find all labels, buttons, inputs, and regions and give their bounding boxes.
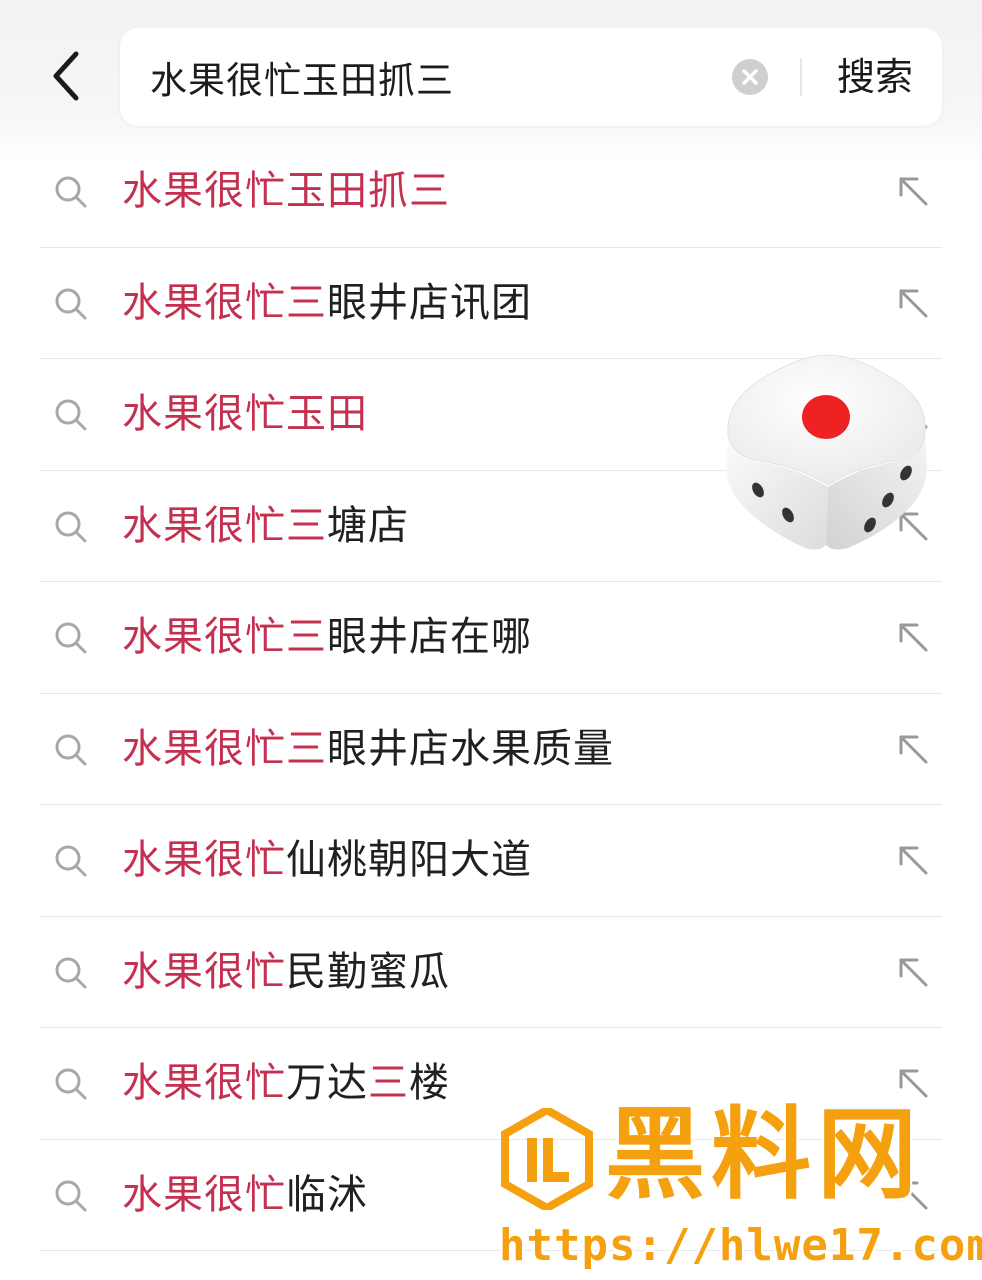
suggestion-rest: 楼 (409, 1060, 450, 1106)
suggestion-text: 水果很忙玉田 (122, 359, 368, 469)
suggestion-text: 水果很忙仙桃朝阳大道 (122, 805, 532, 915)
suggestion-highlight: 水果很忙 (122, 1060, 286, 1106)
suggestion-highlight: 水果很忙 (122, 837, 286, 883)
fill-arrow-icon[interactable] (894, 953, 932, 991)
suggestion-text: 水果很忙三眼井店水果质量 (122, 694, 614, 804)
search-icon (55, 845, 87, 877)
suggestion-rest: 民勤蜜瓜 (286, 948, 450, 995)
suggestion-rest: 仙桃朝阳大道 (286, 837, 532, 883)
search-icon (55, 1180, 87, 1211)
suggestion-item[interactable]: 水果很忙三眼井店讯团 (40, 248, 942, 359)
search-icon (55, 176, 87, 208)
search-bar: 搜索 (120, 28, 942, 126)
suggestion-highlight: 水果很忙三 (122, 725, 327, 772)
suggestion-text: 水果很忙临沭 (122, 1140, 368, 1250)
search-icon (55, 511, 87, 542)
suggestion-item[interactable]: 水果很忙玉田抓三 (40, 136, 942, 248)
suggestion-rest: 临沭 (286, 1171, 368, 1218)
fill-arrow-icon[interactable] (894, 618, 932, 656)
watermark-title: 黑料网 (605, 1096, 923, 1213)
suggestion-rest: 眼井店水果质量 (327, 725, 614, 772)
suggestion-text: 水果很忙玉田抓三 (122, 136, 450, 246)
chevron-left-icon (53, 51, 79, 101)
search-icon (55, 1068, 87, 1100)
watermark: 黑料网 https://hlwe17.com (495, 1098, 982, 1280)
search-icon (55, 399, 87, 431)
suggestion-text: 水果很忙三眼井店在哪 (122, 582, 532, 692)
suggestion-list: 水果很忙玉田抓三 水果很忙三眼井店讯团 水果很忙玉田 水果很忙三塘店 水果很忙三… (0, 136, 982, 1251)
search-button[interactable]: 搜索 (825, 28, 925, 126)
suggestion-highlight: 水果很忙三 (122, 614, 327, 660)
fill-arrow-icon[interactable] (894, 284, 932, 322)
search-icon (55, 622, 87, 654)
suggestion-rest: 眼井店在哪 (327, 614, 532, 660)
suggestion-text: 水果很忙三塘店 (122, 471, 409, 581)
watermark-logo-icon (501, 1108, 593, 1210)
watermark-url: https://hlwe17.com (499, 1220, 982, 1271)
search-icon (55, 734, 87, 765)
suggestion-rest: 塘店 (327, 502, 409, 549)
clear-button[interactable] (732, 59, 768, 95)
suggestion-item[interactable]: 水果很忙民勤蜜瓜 (40, 917, 942, 1028)
suggestion-text: 水果很忙三眼井店讯团 (122, 248, 532, 358)
fill-arrow-icon[interactable] (894, 730, 932, 768)
divider (800, 58, 802, 96)
suggestion-text: 水果很忙民勤蜜瓜 (122, 917, 450, 1027)
search-input[interactable] (150, 28, 730, 126)
suggestion-rest: 眼井店讯团 (327, 279, 532, 326)
dice-icon[interactable] (720, 345, 935, 560)
suggestion-item[interactable]: 水果很忙三眼井店水果质量 (40, 694, 942, 805)
suggestion-highlight: 水果很忙 (122, 948, 286, 995)
suggestion-highlight: 三 (368, 1060, 409, 1106)
suggestion-highlight: 水果很忙玉田抓三 (122, 168, 450, 214)
search-icon (55, 288, 87, 319)
close-icon (742, 69, 758, 85)
fill-arrow-icon[interactable] (894, 172, 932, 210)
suggestion-item[interactable]: 水果很忙仙桃朝阳大道 (40, 805, 942, 917)
suggestion-highlight: 水果很忙玉田 (122, 391, 368, 437)
suggestion-highlight: 水果很忙 (122, 1171, 286, 1218)
suggestion-item[interactable]: 水果很忙三眼井店在哪 (40, 582, 942, 694)
back-button[interactable] (40, 48, 92, 104)
suggestion-text: 水果很忙万达三楼 (122, 1028, 450, 1138)
suggestion-highlight: 水果很忙三 (122, 502, 327, 549)
suggestion-rest: 万达 (286, 1060, 368, 1106)
fill-arrow-icon[interactable] (894, 841, 932, 879)
suggestion-highlight: 水果很忙三 (122, 279, 327, 326)
search-icon (55, 957, 87, 988)
